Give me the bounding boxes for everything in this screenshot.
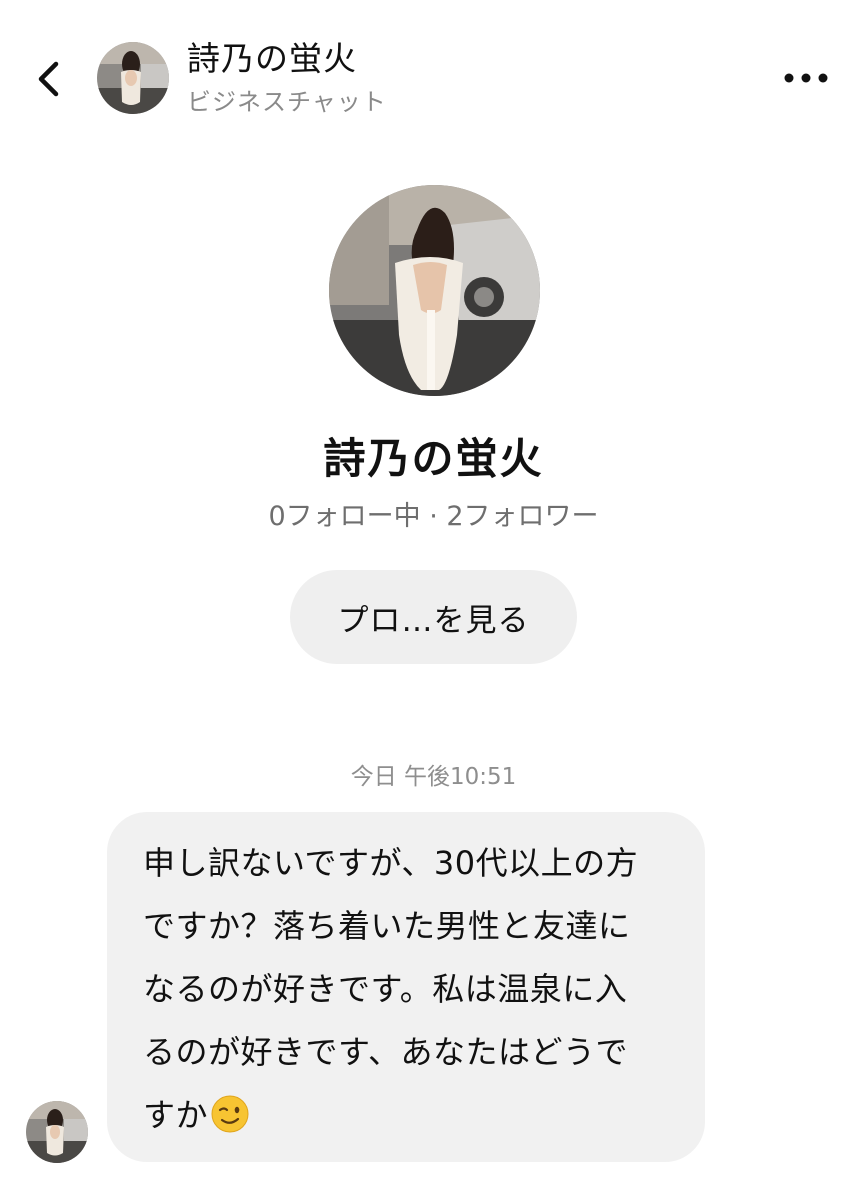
profile-avatar[interactable]	[329, 185, 540, 396]
back-button[interactable]	[22, 52, 76, 106]
message-timestamp: 今日 午後10:51	[350, 764, 517, 790]
message-line: 申し訳ないですが、30代以上の方	[143, 844, 639, 882]
message-line-text: すか	[143, 1096, 209, 1134]
follow-stats: 0フォロー中 · 2フォロワー	[268, 501, 599, 532]
message-line: なるのが好きです。私は温泉に入	[143, 970, 628, 1008]
message-line: るのが好きです、あなたはどうで	[143, 1033, 628, 1071]
profile-name: 詩乃の蛍火	[323, 434, 544, 483]
more-horizontal-icon	[784, 73, 828, 83]
sender-avatar[interactable]	[26, 1101, 88, 1163]
chat-title: 詩乃の蛍火	[187, 39, 357, 78]
header-avatar[interactable]	[97, 42, 169, 114]
chevron-left-icon	[38, 61, 59, 97]
message-bubble[interactable]: 申し訳ないですが、30代以上の方 ですか？落ち着いた男性と友達に なるのが好きで…	[107, 812, 705, 1162]
view-profile-button[interactable]: プロ…を見る	[290, 570, 577, 664]
chat-subtitle: ビジネスチャット	[187, 88, 387, 116]
more-options-button[interactable]	[776, 60, 836, 96]
wink-emoji-icon	[210, 1094, 250, 1134]
chat-header: 詩乃の蛍火 ビジネスチャット	[0, 0, 867, 150]
message-line-last: すか	[143, 1084, 677, 1147]
message-line: ですか？落ち着いた男性と友達に	[143, 907, 631, 945]
